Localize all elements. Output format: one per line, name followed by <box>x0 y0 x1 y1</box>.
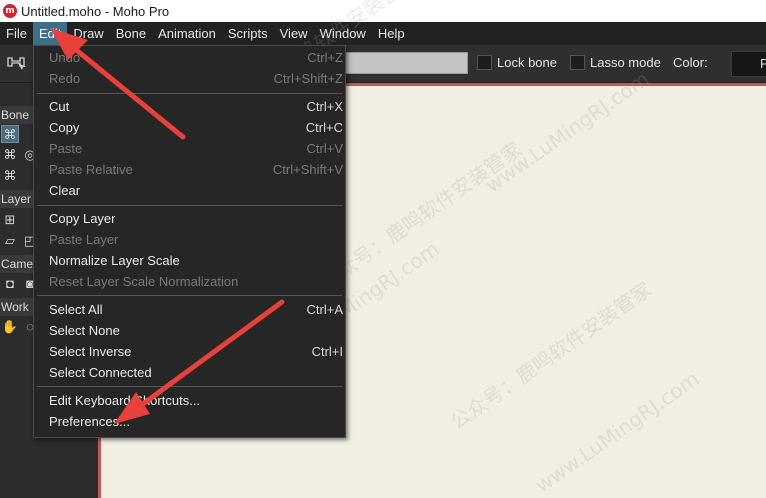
lasso-mode-label: Lasso mode <box>590 55 661 70</box>
menu-item-label: Select Connected <box>49 365 152 380</box>
menu-separator <box>37 295 342 296</box>
menu-item-undo[interactable]: Undo Ctrl+Z <box>34 47 345 68</box>
menu-edit[interactable]: Edit <box>32 22 68 45</box>
menu-item-shortcut: Ctrl+A <box>306 302 343 317</box>
menu-item-label: Paste Relative <box>49 162 133 177</box>
menu-item-label: Copy Layer <box>49 211 116 226</box>
bone-name-field[interactable] <box>345 52 468 74</box>
app-icon-letter: m <box>5 6 15 16</box>
moho-logo-icon: m <box>3 4 17 18</box>
menu-item-copy[interactable]: Copy Ctrl+C <box>34 117 345 138</box>
menu-item-copy-layer[interactable]: Copy Layer <box>34 208 345 229</box>
select-bone-icon[interactable]: ⌘ <box>1 125 19 143</box>
transform-layer-icon[interactable]: ⊞ <box>1 211 19 229</box>
menu-item-shortcut: Ctrl+Shift+Z <box>273 71 343 86</box>
menu-item-select-none[interactable]: Select None <box>34 320 345 341</box>
menu-scripts[interactable]: Scripts <box>222 22 274 45</box>
menu-item-label: Select Inverse <box>49 344 132 359</box>
window-title: Untitled.moho - Moho Pro <box>21 3 170 19</box>
menu-item-shortcut: Ctrl+X <box>306 99 343 114</box>
color-selector[interactable]: P <box>731 51 766 77</box>
menu-separator <box>37 205 342 206</box>
bone-tool-icon[interactable] <box>6 54 28 74</box>
menu-item-label: Undo <box>49 50 81 65</box>
menu-item-label: Cut <box>49 99 70 114</box>
color-label: Color: <box>673 55 708 70</box>
menu-item-label: Preferences... <box>49 414 130 429</box>
menu-bone[interactable]: Bone <box>110 22 152 45</box>
lock-bone-checkbox[interactable] <box>477 55 492 70</box>
menu-animation[interactable]: Animation <box>152 22 222 45</box>
menu-item-edit-keyboard-shortcuts[interactable]: Edit Keyboard Shortcuts... <box>34 390 345 411</box>
menu-separator <box>37 93 342 94</box>
menu-item-redo[interactable]: Redo Ctrl+Shift+Z <box>34 68 345 89</box>
menu-bar: File Edit Draw Bone Animation Scripts Vi… <box>0 22 766 45</box>
translate-bone-icon[interactable]: ⌘ <box>1 146 19 164</box>
menu-item-label: Redo <box>49 71 81 86</box>
hand-pan-icon[interactable]: ✋ <box>1 318 19 336</box>
menu-item-preferences[interactable]: Preferences... <box>34 411 345 432</box>
edit-menu-dropdown: Undo Ctrl+Z Redo Ctrl+Shift+Z Cut Ctrl+X Co… <box>33 45 346 438</box>
menu-item-label: Normalize Layer Scale <box>49 253 180 268</box>
menu-help[interactable]: Help <box>372 22 411 45</box>
menu-view[interactable]: View <box>274 22 314 45</box>
menu-item-clear[interactable]: Clear <box>34 180 345 201</box>
camera-icon[interactable]: ◘ <box>1 275 19 293</box>
menu-item-normalize-layer-scale[interactable]: Normalize Layer Scale <box>34 250 345 271</box>
menu-item-label: Paste <box>49 141 83 156</box>
menu-file[interactable]: File <box>0 22 33 45</box>
menu-item-label: Copy <box>49 120 80 135</box>
menu-item-paste[interactable]: Paste Ctrl+V <box>34 138 345 159</box>
menu-item-paste-layer[interactable]: Paste Layer <box>34 229 345 250</box>
menu-item-label: Select All <box>49 302 103 317</box>
menu-item-shortcut: Ctrl+Shift+V <box>272 162 343 177</box>
menu-item-shortcut: Ctrl+C <box>305 120 343 135</box>
menu-item-select-connected[interactable]: Select Connected <box>34 362 345 383</box>
menu-item-reset-layer-scale[interactable]: Reset Layer Scale Normalization <box>34 271 345 292</box>
menu-item-select-all[interactable]: Select All Ctrl+A <box>34 299 345 320</box>
lasso-mode-checkbox[interactable] <box>570 55 585 70</box>
menu-item-paste-relative[interactable]: Paste Relative Ctrl+Shift+V <box>34 159 345 180</box>
menu-item-label: Clear <box>49 183 81 198</box>
menu-item-label: Edit Keyboard Shortcuts... <box>49 393 201 408</box>
menu-item-label: Reset Layer Scale Normalization <box>49 274 239 289</box>
add-bone-icon[interactable]: ⌘ <box>1 167 19 185</box>
menu-draw[interactable]: Draw <box>67 22 109 45</box>
set-origin-icon[interactable]: ▱ <box>1 232 19 250</box>
menu-item-shortcut: Ctrl+I <box>311 344 343 359</box>
menu-item-shortcut: Ctrl+Z <box>307 50 343 65</box>
menu-item-label: Select None <box>49 323 120 338</box>
menu-item-shortcut: Ctrl+V <box>306 141 343 156</box>
title-bar: m Untitled.moho - Moho Pro <box>0 0 766 22</box>
menu-separator <box>37 386 342 387</box>
menu-window[interactable]: Window <box>314 22 372 45</box>
lock-bone-label: Lock bone <box>497 55 557 70</box>
menu-item-select-inverse[interactable]: Select Inverse Ctrl+I <box>34 341 345 362</box>
menu-item-label: Paste Layer <box>49 232 119 247</box>
menu-item-cut[interactable]: Cut Ctrl+X <box>34 96 345 117</box>
